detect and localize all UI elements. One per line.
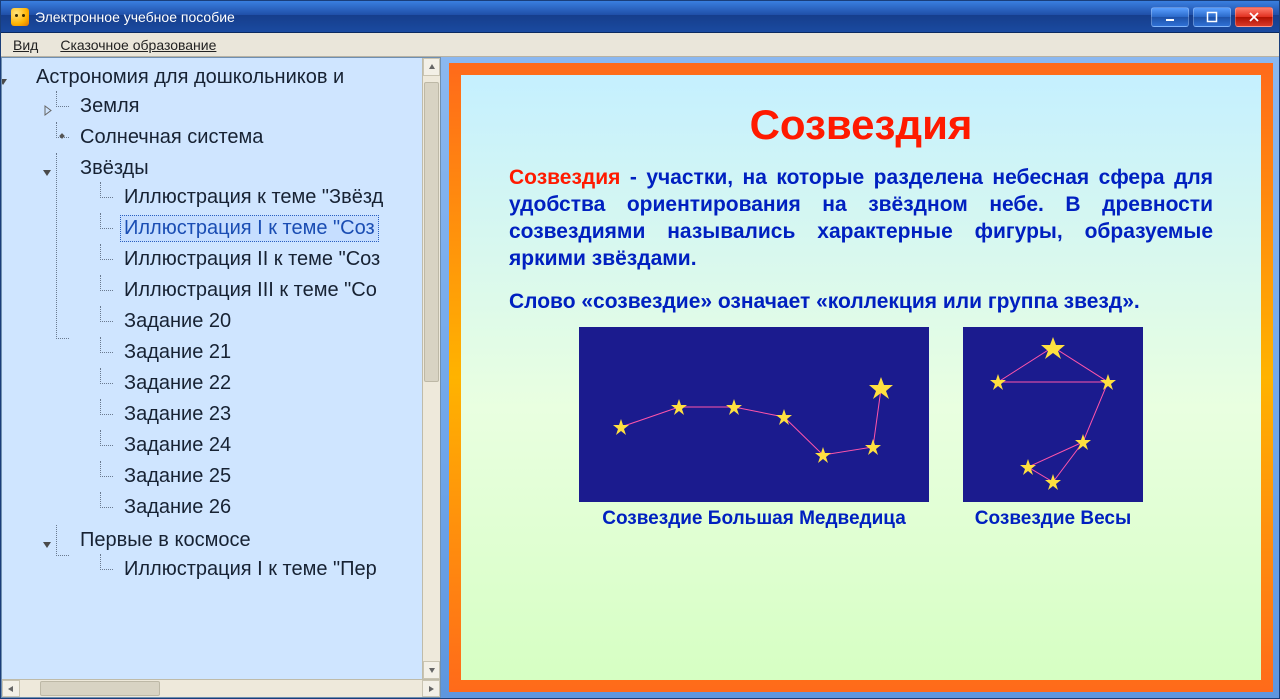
expander-open-icon[interactable] — [42, 161, 54, 173]
bullet-icon — [59, 133, 65, 139]
maximize-button[interactable] — [1193, 7, 1231, 27]
scroll-thumb[interactable] — [424, 82, 439, 382]
scroll-down-icon[interactable] — [423, 661, 440, 679]
window-title: Электронное учебное пособие — [35, 9, 235, 25]
content-panel: Созвездия Созвездия - участки, на которы… — [441, 57, 1279, 698]
tree-item[interactable]: Задание 23 — [100, 399, 440, 430]
horizontal-scrollbar[interactable] — [2, 679, 440, 697]
scroll-left-icon[interactable] — [2, 680, 20, 697]
figure-caption: Созвездие Большая Медведица — [579, 508, 929, 530]
constellation-big-dipper-icon — [579, 327, 929, 502]
tree-item[interactable]: Иллюстрация III к теме "Со — [100, 275, 440, 306]
client-area: Астрономия для дошкольников и Земля Солн — [1, 57, 1279, 698]
expander-closed-icon[interactable] — [42, 99, 54, 111]
tree-root[interactable]: Астрономия для дошкольников и Земля Солн — [12, 62, 440, 589]
constellation-libra-icon — [963, 327, 1143, 502]
scroll-track[interactable] — [423, 76, 440, 661]
vertical-scrollbar[interactable] — [422, 58, 440, 679]
paragraph-2: Слово «созвездие» означает «коллекция ил… — [509, 289, 1213, 316]
tree-item[interactable]: Иллюстрация I к теме "Пер — [100, 554, 440, 585]
expander-open-icon[interactable] — [42, 533, 54, 545]
page-frame: Созвездия Созвездия - участки, на которы… — [449, 63, 1273, 692]
tree-root-label[interactable]: Астрономия для дошкольников и — [32, 64, 348, 91]
tree-item-solar[interactable]: Солнечная система — [56, 122, 440, 153]
scroll-right-icon[interactable] — [422, 680, 440, 697]
window-buttons — [1151, 7, 1273, 27]
figure-caption: Созвездие Весы — [963, 508, 1143, 530]
tree-item-earth[interactable]: Земля — [56, 91, 440, 122]
menu-view[interactable]: Вид — [7, 35, 44, 55]
menubar: Вид Сказочное образование — [1, 33, 1279, 57]
tree-item[interactable]: Иллюстрация к теме "Звёзд — [100, 182, 440, 213]
lead-word: Созвездия — [509, 166, 620, 189]
tree-item[interactable]: Задание 20 — [100, 306, 440, 337]
figure-libra: Созвездие Весы — [963, 327, 1143, 530]
tree-item-selected[interactable]: Иллюстрация I к теме "Соз — [100, 213, 440, 244]
tree-item[interactable]: Задание 26 — [100, 492, 440, 523]
figure-big-dipper: Созвездие Большая Медведица — [579, 327, 929, 530]
app-window: Электронное учебное пособие Вид Сказочно… — [0, 0, 1280, 699]
close-button[interactable] — [1235, 7, 1273, 27]
minimize-button[interactable] — [1151, 7, 1189, 27]
paragraph-1: Созвездия - участки, на которые разделен… — [509, 165, 1213, 273]
scroll-track[interactable] — [20, 680, 422, 697]
scroll-up-icon[interactable] — [423, 58, 440, 76]
tree-item[interactable]: Задание 24 — [100, 430, 440, 461]
tree-item[interactable]: Задание 25 — [100, 461, 440, 492]
page-inner: Созвездия Созвездия - участки, на которы… — [461, 75, 1261, 680]
expander-open-icon[interactable] — [2, 70, 10, 82]
tree-item-stars[interactable]: Звёзды Иллюстрация к теме "Звёзд Иллюстр… — [56, 153, 440, 525]
tree-item[interactable]: Иллюстрация II к теме "Соз — [100, 244, 440, 275]
tree-body: Астрономия для дошкольников и Земля Солн — [2, 58, 440, 679]
app-icon — [11, 8, 29, 26]
figures-row: Созвездие Большая Медведица — [509, 327, 1213, 530]
menu-education[interactable]: Сказочное образование — [54, 35, 222, 55]
tree-item[interactable]: Задание 21 — [100, 337, 440, 368]
scroll-thumb[interactable] — [40, 681, 160, 696]
tree-item-first[interactable]: Первые в космосе Иллюстрация I к теме "П… — [56, 525, 440, 587]
tree-panel: Астрономия для дошкольников и Земля Солн — [1, 57, 441, 698]
titlebar: Электронное учебное пособие — [1, 1, 1279, 33]
page-title: Созвездия — [509, 101, 1213, 149]
tree-item[interactable]: Задание 22 — [100, 368, 440, 399]
